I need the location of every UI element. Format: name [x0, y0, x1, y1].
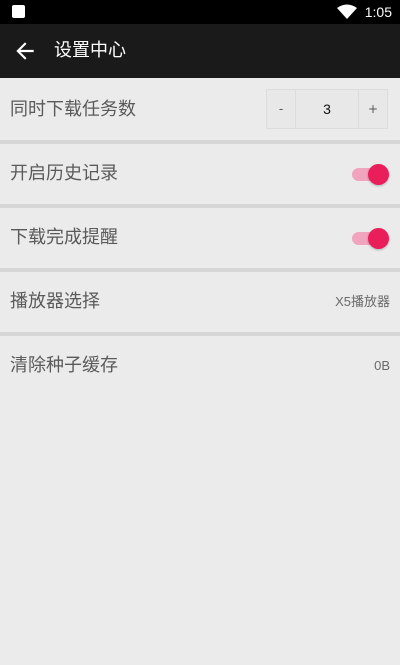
setting-label-download-reminder: 下载完成提醒	[10, 227, 118, 248]
status-time: 1:05	[364, 4, 392, 20]
setting-row-history[interactable]: 开启历史记录	[0, 144, 400, 208]
download-tasks-value: 3	[323, 101, 331, 117]
notification-square-icon	[12, 5, 25, 18]
setting-label-player: 播放器选择	[10, 291, 100, 312]
player-value: X5播放器	[335, 294, 390, 309]
increment-button[interactable]: +	[358, 90, 387, 128]
setting-label-clear-cache: 清除种子缓存	[10, 355, 118, 376]
setting-row-player[interactable]: 播放器选择 X5播放器	[0, 272, 400, 336]
download-reminder-toggle[interactable]	[352, 228, 389, 249]
wifi-icon	[337, 4, 357, 19]
setting-row-download-reminder[interactable]: 下载完成提醒	[0, 208, 400, 272]
decrement-button[interactable]: -	[267, 90, 296, 128]
back-arrow-icon[interactable]	[12, 38, 38, 64]
download-tasks-stepper: - 3 +	[266, 89, 388, 129]
history-toggle[interactable]	[352, 164, 389, 185]
cache-size-value: 0B	[374, 358, 390, 373]
app-bar: 设置中心	[0, 24, 400, 78]
toggle-thumb	[368, 228, 389, 249]
status-bar: 1:05	[0, 0, 400, 24]
setting-row-download-tasks: 同时下载任务数 - 3 +	[0, 80, 400, 144]
setting-label-download-tasks: 同时下载任务数	[10, 99, 136, 120]
setting-row-clear-cache[interactable]: 清除种子缓存 0B	[0, 336, 400, 396]
page-title: 设置中心	[54, 40, 126, 61]
toggle-thumb	[368, 164, 389, 185]
setting-label-history: 开启历史记录	[10, 163, 118, 184]
